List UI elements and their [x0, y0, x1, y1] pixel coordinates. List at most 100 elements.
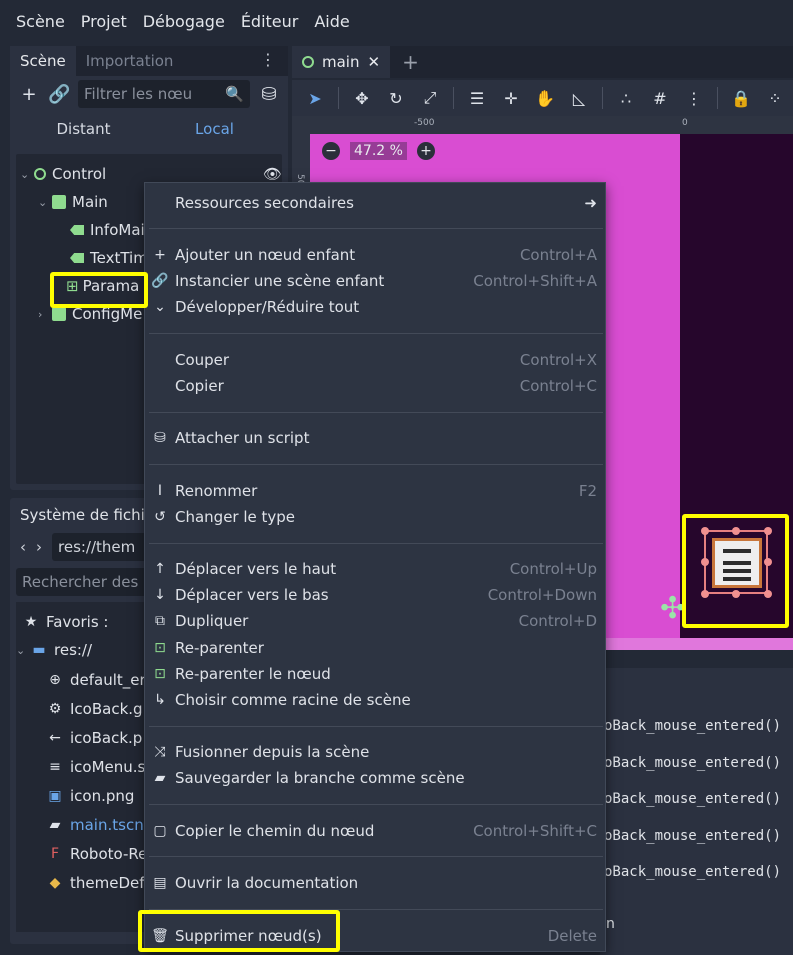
add-node-icon[interactable]: +	[18, 84, 40, 105]
divider	[602, 87, 603, 109]
tab-remote[interactable]: Distant	[18, 114, 149, 146]
label-icon	[70, 253, 84, 263]
list-item-label: Roboto-Re	[70, 845, 148, 863]
zoom-level[interactable]: 47.2 %	[350, 142, 407, 160]
menu-shortcut: Control+Shift+C	[473, 822, 597, 840]
menu-item-merge[interactable]: ⤨ Fusionner depuis la scène	[145, 739, 605, 765]
menu-item-label: Changer le type	[175, 508, 296, 526]
menu-item-copy[interactable]: Copier Control+C	[145, 373, 605, 399]
menu-item-duplicate[interactable]: ⧉ Dupliquer Control+D	[145, 608, 605, 634]
zoom-out-icon[interactable]: −	[322, 142, 340, 160]
pan-tool-icon[interactable]: ✋	[530, 89, 560, 108]
dock-menu-icon[interactable]: ⋮	[248, 46, 288, 76]
tree-item-texttime[interactable]: TextTim	[70, 244, 148, 272]
close-icon[interactable]: ✕	[367, 53, 380, 71]
list-item[interactable]: ⊕ default_er	[46, 666, 146, 694]
move-tool-icon[interactable]: ✥	[347, 89, 377, 108]
remote-local-switch: Distant Local	[18, 114, 280, 146]
menu-editor[interactable]: Éditeur	[233, 12, 307, 31]
menu-shortcut: Control+D	[518, 612, 597, 630]
ruler-tool-icon[interactable]: ◺	[564, 89, 594, 108]
text-cursor-icon: I	[157, 483, 163, 499]
output-line: oBack_mouse_entered()	[604, 791, 782, 807]
menu-item-rename[interactable]: I Renommer F2	[145, 478, 605, 504]
list-item[interactable]: ← icoBack.p	[46, 724, 142, 752]
menu-item-label: Couper	[175, 351, 230, 369]
tree-item-label: Main	[72, 193, 108, 211]
menu-item-change-type[interactable]: ↺ Changer le type	[145, 504, 605, 530]
menu-item-instance[interactable]: 🔗 Instancier une scène enfant Control+Sh…	[145, 268, 605, 294]
menu-item-move-up[interactable]: ↑ Déplacer vers le haut Control+Up	[145, 556, 605, 582]
back-icon[interactable]: ‹	[20, 538, 26, 556]
list-item[interactable]: ▰ main.tscn	[46, 811, 144, 839]
menu-item-attach-script[interactable]: ⛁ Attacher un script	[145, 425, 605, 451]
group-icon[interactable]: ⁘	[760, 89, 790, 108]
snap-options-icon[interactable]: ⋮	[679, 89, 709, 108]
menu-item-expand[interactable]: ⌄ Développer/Réduire tout	[145, 294, 605, 320]
menu-project[interactable]: Projet	[73, 12, 135, 31]
arrow-up-icon: ↑	[154, 561, 166, 577]
menu-scene[interactable]: Scène	[8, 12, 73, 31]
menu-shortcut: Control+Shift+A	[473, 272, 597, 290]
select-tool-icon[interactable]: ➤	[300, 89, 330, 108]
grid-snap-icon[interactable]: #	[645, 89, 675, 108]
menu-item-save-branch[interactable]: ▰ Sauvegarder la branche comme scène	[145, 765, 605, 791]
menu-item-label: Choisir comme racine de scène	[175, 691, 411, 709]
tab-scene[interactable]: Scène	[10, 46, 76, 76]
menu-item-label: Sauvegarder la branche comme scène	[175, 769, 465, 787]
pivot-icon[interactable]: ✛	[496, 89, 526, 108]
chevron-down-icon[interactable]: ⌄	[20, 168, 34, 181]
divider	[338, 87, 339, 109]
tab-import[interactable]: Importation	[76, 46, 184, 76]
list-item[interactable]: F Roboto-Re	[46, 840, 147, 868]
zoom-control: − 47.2 % +	[322, 142, 435, 160]
chevron-down-icon[interactable]: ⌄	[38, 196, 52, 209]
new-tab-icon[interactable]: +	[390, 50, 431, 74]
lock-icon[interactable]: 🔒	[726, 89, 756, 108]
list-item[interactable]: ⚙ IcoBack.g	[46, 695, 143, 723]
list-item[interactable]: ≡ icoMenu.s	[46, 753, 145, 781]
menu-item-copy-path[interactable]: ▢ Copier le chemin du nœud Control+Shift…	[145, 818, 605, 844]
list-item[interactable]: ▣ icon.png	[46, 782, 134, 810]
list-item[interactable]: ★ Favoris :	[22, 608, 109, 636]
eye-icon[interactable]: 👁	[263, 165, 282, 183]
list-select-icon[interactable]: ☰	[462, 89, 492, 108]
filter-nodes-input[interactable]: Filtrer les nœu 🔍	[78, 80, 250, 108]
menu-help[interactable]: Aide	[306, 12, 357, 31]
menu-item-label: Attacher un script	[175, 429, 310, 447]
menu-item-cut[interactable]: Couper Control+X	[145, 347, 605, 373]
divider	[717, 87, 718, 109]
menu-item-open-doc[interactable]: ▤ Ouvrir la documentation	[145, 870, 605, 896]
menu-item-sub-resources[interactable]: Ressources secondaires ➜	[145, 190, 605, 216]
menu-item-move-down[interactable]: ↓ Déplacer vers le bas Control+Down	[145, 582, 605, 608]
menu-item-make-root[interactable]: ↳ Choisir comme racine de scène	[145, 687, 605, 713]
list-item-label: res://	[54, 641, 93, 659]
forward-icon[interactable]: ›	[36, 538, 42, 556]
tab-label: main	[322, 53, 360, 71]
tree-item-main[interactable]: ⌄ Main	[38, 188, 108, 216]
chevron-right-icon[interactable]: ›	[38, 308, 52, 321]
tab-main[interactable]: main ✕	[292, 46, 391, 78]
menu-item-add-child[interactable]: + Ajouter un nœud enfant Control+A	[145, 242, 605, 268]
menu-debug[interactable]: Débogage	[135, 12, 233, 31]
menu-item-reparent[interactable]: ⊡ Re-parenter	[145, 635, 605, 661]
chevron-down-icon[interactable]: ⌄	[16, 644, 30, 657]
ruler-label: 0	[682, 118, 688, 128]
link-icon[interactable]: 🔗	[48, 84, 70, 105]
zoom-in-icon[interactable]: +	[416, 142, 435, 160]
scale-tool-icon[interactable]: ⤢	[415, 88, 445, 108]
viewport-toolbar: ➤ ✥ ↻ ⤢ ☰ ✛ ✋ ◺ ∴ # ⋮ 🔒 ⁘	[292, 80, 793, 116]
list-item[interactable]: ⌄ ▬ res://	[16, 636, 92, 664]
smart-snap-icon[interactable]: ∴	[611, 89, 641, 108]
list-item-label: icon.png	[70, 787, 135, 805]
menu-item-reparent-node[interactable]: ⊡ Re-parenter le nœud	[145, 661, 605, 687]
menu-item-label: Ouvrir la documentation	[175, 874, 359, 892]
duplicate-icon: ⧉	[155, 613, 165, 629]
tree-item-infomain[interactable]: InfoMai	[70, 216, 145, 244]
list-item[interactable]: ◆ themeDef	[46, 869, 145, 897]
script-add-icon[interactable]: ⛁	[258, 84, 280, 105]
rotate-tool-icon[interactable]: ↻	[381, 89, 411, 108]
menu-shortcut: F2	[578, 482, 597, 500]
merge-icon: ⤨	[154, 744, 166, 760]
tab-local[interactable]: Local	[149, 114, 280, 146]
